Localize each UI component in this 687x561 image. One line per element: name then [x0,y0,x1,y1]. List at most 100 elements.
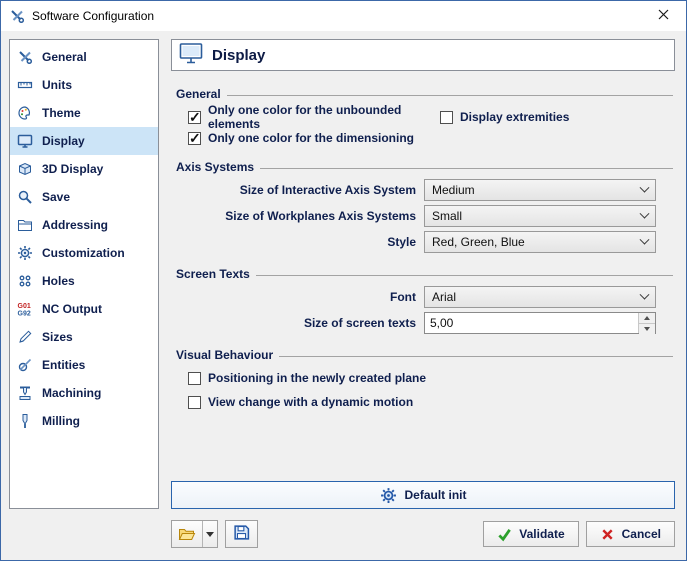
field-label: Size of Interactive Axis System [176,183,424,197]
sidebar-item-units[interactable]: Units [10,71,158,99]
field-label: Style [176,235,424,249]
interactive-axis-size-select[interactable]: Medium [424,179,656,201]
sidebar-item-machining[interactable]: Machining [10,379,158,407]
checkbox-dynamic-view-motion[interactable]: View change with a dynamic motion [188,394,413,410]
checkbox-positioning-new-plane[interactable]: Positioning in the newly created plane [188,370,426,386]
checkbox-only-one-color-unbounded[interactable]: Only one color for the unbounded element… [188,109,440,125]
spinner-up-button[interactable] [639,313,655,323]
open-folder-icon[interactable] [172,521,202,547]
close-button[interactable] [641,1,686,31]
settings-content: General Only one color for the unbounded… [171,71,675,481]
palette-icon [16,105,34,121]
checkbox-box[interactable] [188,372,201,385]
sidebar-item-label: Customization [42,246,125,260]
workplanes-axis-size-select[interactable]: Small [424,205,656,227]
sidebar-item-milling[interactable]: Milling [10,407,158,435]
sidebar-item-label: Theme [42,106,81,120]
font-select[interactable]: Arial [424,286,656,308]
sidebar-item-label: NC Output [42,302,102,316]
axis-style-select[interactable]: Red, Green, Blue [424,231,656,253]
tools-icon [9,8,25,24]
sidebar-item-holes[interactable]: Holes [10,267,158,295]
group-divider [279,356,673,357]
chevron-down-icon [640,208,650,218]
floppy-disk-icon [233,524,250,544]
pencil-icon [16,329,34,345]
sidebar-item-label: Display [42,134,85,148]
svg-text:G01: G01 [18,303,31,310]
sidebar-item-sizes[interactable]: Sizes [10,323,158,351]
sidebar-item-theme[interactable]: Theme [10,99,158,127]
title-bar: Software Configuration [1,1,686,31]
checkbox-label: Display extremities [460,110,569,124]
default-init-button[interactable]: Default init [171,481,675,509]
footer-button-row: Validate Cancel [171,520,675,548]
sidebar-item-nc-output[interactable]: G01G92 NC Output [10,295,158,323]
main-panel: Display General Only one color for the u… [171,39,675,548]
sidebar-item-label: 3D Display [42,162,103,176]
sidebar: General Units Theme Display 3D Display Save Ad… [9,39,159,509]
close-icon [658,7,669,25]
group-screen-texts-title: Screen Texts [176,267,673,281]
select-value: Small [432,209,462,223]
checkbox-label: Positioning in the newly created plane [208,371,426,385]
checkbox-label: View change with a dynamic motion [208,395,413,409]
field-label: Font [176,290,424,304]
svg-text:G92: G92 [18,311,31,318]
sidebar-item-label: Addressing [42,218,108,232]
spinner-down-button[interactable] [639,323,655,334]
checkbox-box[interactable] [188,111,201,124]
checkbox-box[interactable] [188,396,201,409]
tools-icon [16,49,34,65]
sidebar-item-label: Sizes [42,330,73,344]
check-icon [497,527,512,542]
milling-icon [16,413,34,429]
x-icon [600,527,615,542]
page-title: Display [212,47,265,64]
screen-text-size-input[interactable] [425,313,638,333]
checkbox-box[interactable] [440,111,453,124]
sidebar-item-general[interactable]: General [10,43,158,71]
checkbox-label: Only one color for the unbounded element… [208,103,440,131]
select-value: Red, Green, Blue [432,235,525,249]
sidebar-item-label: Entities [42,358,85,372]
gear-icon [380,487,397,504]
dialog-body: General Units Theme Display 3D Display Save Ad… [1,31,686,560]
software-configuration-dialog: Software Configuration General Units Theme… [0,0,687,561]
sidebar-item-save[interactable]: Save [10,183,158,211]
holes-icon [16,273,34,289]
chevron-down-icon [640,234,650,244]
folder-icon [16,217,34,233]
sidebar-item-label: Milling [42,414,80,428]
sidebar-item-label: Holes [42,274,75,288]
select-value: Arial [432,290,456,304]
checkbox-box[interactable] [188,132,201,145]
sidebar-item-display[interactable]: Display [10,127,158,155]
group-visual-behaviour-title: Visual Behaviour [176,348,673,362]
group-general-title: General [176,87,673,101]
monitor-icon [16,133,34,149]
field-label: Size of Workplanes Axis Systems [176,209,424,223]
validate-button[interactable]: Validate [483,521,578,547]
sidebar-item-addressing[interactable]: Addressing [10,211,158,239]
field-label: Size of screen texts [176,316,424,330]
checkbox-label: Only one color for the dimensioning [208,131,414,145]
open-config-split-button[interactable] [171,520,218,548]
save-config-button[interactable] [225,520,258,548]
sidebar-item-entities[interactable]: Entities [10,351,158,379]
sidebar-item-label: Units [42,78,72,92]
monitor-icon [179,42,203,69]
sidebar-item-customization[interactable]: Customization [10,239,158,267]
sidebar-item-label: General [42,50,87,64]
window-title: Software Configuration [32,9,154,23]
cancel-button[interactable]: Cancel [586,521,675,547]
chevron-down-icon [640,289,650,299]
page-header: Display [171,39,675,71]
sidebar-item-label: Machining [42,386,101,400]
sidebar-item-3d-display[interactable]: 3D Display [10,155,158,183]
spinner-buttons [638,313,655,333]
dropdown-arrow-icon[interactable] [202,521,217,547]
machining-icon [16,385,34,401]
checkbox-only-one-color-dimensioning[interactable]: Only one color for the dimensioning [188,130,440,146]
checkbox-display-extremities[interactable]: Display extremities [440,109,569,125]
